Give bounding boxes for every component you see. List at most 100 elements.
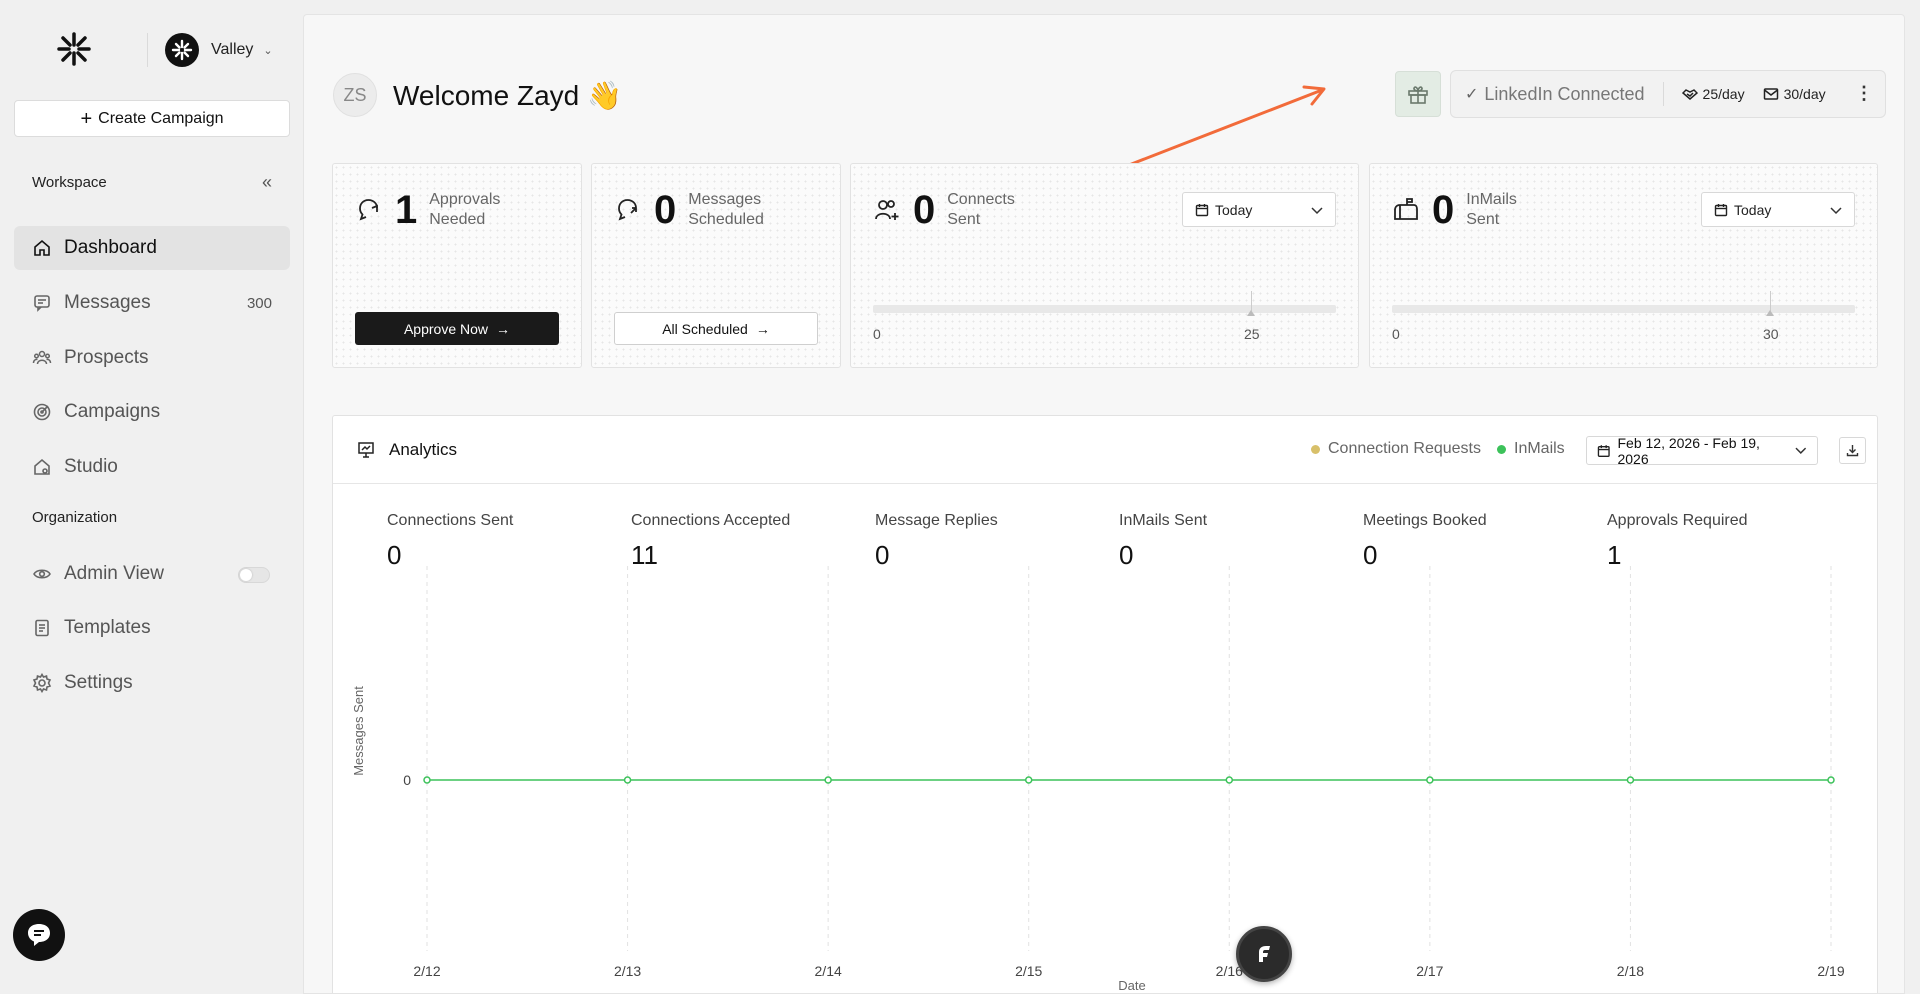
limit-marker-arrow [1766, 310, 1774, 316]
flow-logo-icon [1259, 946, 1270, 962]
chevron-down-icon [1795, 447, 1807, 454]
create-campaign-label: Create Campaign [98, 109, 224, 127]
card-header: 0 Messages Scheduled [614, 190, 764, 230]
sidebar: Valley ⌄ + Create Campaign Workspace « D… [0, 0, 303, 994]
legend-item: InMails [1497, 440, 1565, 458]
data-point[interactable] [1626, 776, 1635, 784]
workspace-logo-icon [165, 33, 199, 67]
data-point[interactable] [1426, 776, 1434, 784]
limit-marker [1770, 291, 1771, 311]
card-label-line: Approvals [429, 191, 501, 208]
card-label-line: Scheduled [688, 211, 764, 228]
analytics-title-text: Analytics [389, 440, 458, 459]
chevron-down-icon [1830, 202, 1842, 218]
brand-divider [147, 33, 148, 67]
data-point[interactable] [1225, 776, 1234, 784]
eye-icon [32, 564, 52, 584]
y-axis-title: Messages Sent [351, 686, 366, 776]
metric-meetings-booked: Meetings Booked 0 [1363, 512, 1487, 571]
home-icon [32, 238, 52, 258]
more-options-icon[interactable]: ⋮ [1855, 83, 1873, 104]
collapse-sidebar-icon[interactable]: « [262, 172, 272, 193]
card-label-line: Sent [947, 211, 981, 228]
approve-now-button[interactable]: Approve Now → [355, 312, 559, 345]
presentation-chart-icon [358, 442, 374, 458]
date-range-dropdown[interactable]: Feb 12, 2026 - Feb 19, 2026 [1586, 435, 1818, 467]
analytics-header: Analytics Connection Requests InMails Fe… [333, 416, 1877, 484]
metric-connections-sent: Connections Sent 0 [387, 512, 513, 571]
data-point[interactable] [1024, 776, 1033, 784]
sidebar-item-label: Studio [64, 456, 118, 477]
download-icon [1846, 445, 1859, 457]
plus-icon: + [80, 107, 93, 130]
connect-limit-value: 25/day [1702, 86, 1745, 102]
calendar-icon [1714, 203, 1728, 216]
metric-label: Message Replies [875, 512, 998, 529]
admin-view-toggle[interactable] [238, 567, 270, 583]
linkedin-status-bar: ✓ LinkedIn Connected 25/day 30/day ⋮ [1450, 70, 1886, 118]
metric-label: Approvals Required [1607, 512, 1748, 529]
sidebar-item-prospects[interactable]: Prospects [14, 336, 290, 380]
arrow-right-icon: → [755, 320, 770, 337]
sidebar-item-studio[interactable]: Studio [14, 445, 290, 489]
x-tick-label: 2/19 [1817, 963, 1844, 979]
sidebar-item-admin-view[interactable]: Admin View [14, 552, 290, 596]
create-campaign-button[interactable]: + Create Campaign [14, 100, 290, 137]
calendar-icon [1597, 444, 1610, 457]
flow-assistant-button[interactable] [1236, 926, 1292, 982]
refresh-chat-icon [359, 199, 378, 221]
sidebar-item-campaigns[interactable]: Campaigns [14, 390, 290, 434]
all-scheduled-button[interactable]: All Scheduled → [614, 312, 818, 345]
chevron-down-icon: ⌄ [263, 44, 273, 57]
avatar[interactable]: ZS [333, 73, 377, 117]
connects-range-dropdown[interactable]: Today [1182, 192, 1336, 227]
legend-label: Connection Requests [1328, 440, 1481, 457]
data-point[interactable] [623, 776, 632, 784]
chat-icon [28, 924, 50, 946]
calendar-icon [1195, 203, 1209, 216]
workspace-switcher[interactable]: Valley ⌄ [165, 33, 273, 67]
inmail-limit-value: 30/day [1783, 86, 1826, 102]
sidebar-item-dashboard[interactable]: Dashboard [14, 226, 290, 270]
legend-item: Connection Requests [1311, 440, 1481, 458]
sidebar-item-messages[interactable]: Messages 300 [14, 281, 290, 325]
sidebar-item-label: Campaigns [64, 401, 161, 422]
gift-button[interactable] [1395, 71, 1441, 117]
data-point[interactable] [824, 776, 832, 784]
sidebar-item-templates[interactable]: Templates [14, 606, 290, 650]
messages-line-chart: 2/12 2/13 2/14 2/15 2/16 2/17 2/18 2/19 Message… [351, 566, 1845, 993]
inmails-card: 0 InMails Sent Today 0 30 [1369, 163, 1878, 368]
inmails-range-dropdown[interactable]: Today [1701, 192, 1855, 227]
data-point[interactable] [423, 776, 431, 784]
metric-approvals-required: Approvals Required 1 [1607, 512, 1748, 571]
legend-dot [1311, 444, 1320, 454]
support-chat-button[interactable] [13, 909, 65, 961]
studio-icon [32, 457, 52, 477]
organization-section-label: Organization [32, 509, 118, 526]
check-icon: ✓ [1465, 86, 1479, 103]
card-label-line: Messages [688, 191, 762, 208]
handshake-icon [1681, 89, 1698, 100]
arrow-right-icon: → [496, 320, 511, 337]
metric-label: InMails Sent [1119, 512, 1208, 529]
approvals-card: 1 Approvals Needed Approve Now → [332, 163, 582, 368]
card-label-line: Sent [1466, 211, 1500, 228]
linkedin-status-text: LinkedIn Connected [1484, 83, 1645, 104]
progress-min-label: 0 [1392, 326, 1400, 342]
scheduled-chat-icon [618, 199, 637, 221]
sidebar-item-settings[interactable]: Settings [14, 661, 290, 705]
mailbox-icon [1394, 198, 1418, 220]
legend-label: InMails [1514, 440, 1565, 457]
x-axis-title: Date [1118, 978, 1145, 993]
main-panel: ZS Welcome Zayd 👋 ✓ LinkedIn Connected 2… [303, 14, 1905, 994]
users-icon [32, 348, 52, 368]
data-point[interactable] [1827, 776, 1835, 784]
y-tick-label: 0 [403, 772, 411, 788]
metric-label: Connections Accepted [631, 512, 791, 529]
download-button[interactable] [1839, 437, 1866, 464]
sidebar-item-label: Settings [64, 672, 133, 693]
workspace-name: Valley [211, 41, 254, 58]
document-icon [32, 618, 52, 638]
scheduled-card: 0 Messages Scheduled All Scheduled → [591, 163, 841, 368]
app-logo[interactable] [55, 30, 93, 68]
